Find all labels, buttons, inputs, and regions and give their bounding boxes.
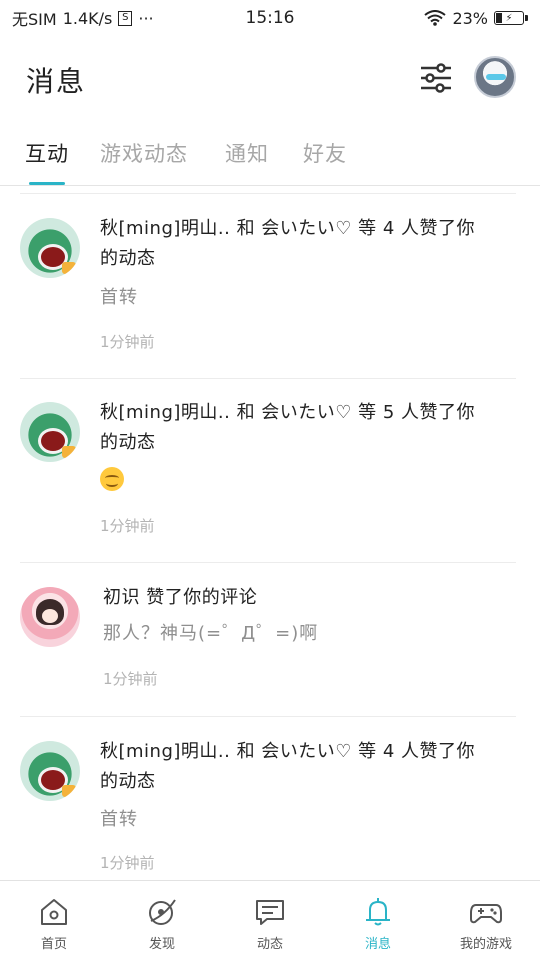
wifi-icon bbox=[424, 10, 447, 26]
message-feed[interactable]: 秋[ming]明山.. 和 会いたい♡ 等 4 人赞了你 的动态 首转 1分钟前… bbox=[0, 187, 540, 879]
more-icon: ··· bbox=[138, 8, 154, 28]
nav-my-games[interactable]: 我的游戏 bbox=[432, 881, 540, 960]
nav-home[interactable]: 首页 bbox=[0, 881, 108, 960]
page-title: 消息 bbox=[26, 65, 87, 98]
nav-label: 我的游戏 bbox=[459, 937, 512, 952]
battery-icon: ⚡ bbox=[494, 11, 528, 25]
divider bbox=[20, 378, 516, 379]
user-avatar[interactable] bbox=[474, 56, 516, 98]
item-text: 秋[ming]明山.. 和 会いたい♡ 等 5 人赞了你 的动态 bbox=[100, 398, 510, 458]
tab-interaction[interactable]: 互动 bbox=[25, 138, 69, 168]
nav-label: 首页 bbox=[40, 937, 67, 952]
frog-avatar[interactable] bbox=[20, 741, 80, 801]
divider bbox=[20, 716, 516, 717]
tab-game-news[interactable]: 游戏动态 bbox=[100, 138, 188, 168]
tab-notifications[interactable]: 通知 bbox=[225, 138, 269, 168]
item-quote bbox=[100, 467, 124, 496]
home-icon bbox=[41, 899, 67, 925]
item-text-line1: 秋[ming]明山.. 和 会いたい♡ 等 4 人赞了你 bbox=[100, 218, 476, 239]
frog-avatar[interactable] bbox=[20, 218, 80, 278]
frog-avatar[interactable] bbox=[20, 402, 80, 462]
nav-discover[interactable]: 发现 bbox=[108, 881, 216, 960]
item-text: 秋[ming]明山.. 和 会いたい♡ 等 4 人赞了你 的动态 bbox=[100, 214, 510, 274]
item-text-line2: 的动态 bbox=[100, 771, 156, 792]
tab-friends[interactable]: 好友 bbox=[303, 138, 347, 168]
item-text: 初识 赞了你的评论 bbox=[103, 583, 513, 613]
filter-button[interactable] bbox=[416, 58, 456, 98]
smile-emoji-icon bbox=[100, 467, 124, 491]
nav-feed[interactable]: 动态 bbox=[216, 881, 324, 960]
message-tabs: 互动 游戏动态 通知 好友 bbox=[0, 120, 540, 186]
discover-icon bbox=[149, 899, 176, 925]
gamepad-icon bbox=[470, 904, 502, 924]
nav-label: 动态 bbox=[256, 937, 283, 952]
battery-percent: 23% bbox=[452, 8, 488, 28]
nav-label: 发现 bbox=[148, 937, 175, 952]
item-text: 秋[ming]明山.. 和 会いたい♡ 等 4 人赞了你 的动态 bbox=[100, 737, 510, 797]
item-text-line2: 的动态 bbox=[100, 432, 156, 453]
item-quote: 那人？神马(=゜Д゜=)啊 bbox=[103, 623, 319, 644]
avatar-eyes bbox=[486, 74, 506, 80]
item-text-line1: 秋[ming]明山.. 和 会いたい♡ 等 4 人赞了你 bbox=[100, 741, 476, 762]
item-text-line2: 的动态 bbox=[100, 248, 156, 269]
divider bbox=[20, 562, 516, 563]
item-quote: 首转 bbox=[100, 809, 138, 830]
item-time: 1分钟前 bbox=[103, 670, 158, 688]
network-speed: 1.4K/s bbox=[62, 8, 113, 28]
nav-messages[interactable]: 消息 bbox=[324, 881, 432, 960]
status-bar: 无SIM 1.4K/s S ··· 15:16 23% ⚡ bbox=[0, 0, 540, 36]
divider bbox=[20, 193, 516, 194]
nav-label: 消息 bbox=[364, 937, 391, 952]
item-time: 1分钟前 bbox=[100, 854, 155, 872]
sim-icon: S bbox=[118, 10, 133, 26]
status-left: 无SIM 1.4K/s S ··· bbox=[12, 6, 154, 30]
bell-icon bbox=[366, 898, 390, 926]
bottom-nav: 首页 发现 动态 消息 我的游戏 bbox=[0, 880, 540, 960]
item-time: 1分钟前 bbox=[100, 517, 155, 535]
carrier-label: 无SIM bbox=[12, 10, 57, 29]
item-quote: 首转 bbox=[100, 287, 138, 308]
item-time: 1分钟前 bbox=[100, 333, 155, 351]
status-right: 23% ⚡ bbox=[424, 9, 528, 28]
active-tab-indicator bbox=[29, 182, 65, 185]
sliders-icon bbox=[421, 63, 451, 93]
item-text-line1: 秋[ming]明山.. 和 会いたい♡ 等 5 人赞了你 bbox=[100, 402, 476, 423]
girl-avatar[interactable] bbox=[20, 587, 80, 647]
app-header: 消息 bbox=[0, 36, 540, 120]
item-text-line1: 初识 赞了你的评论 bbox=[103, 587, 258, 608]
feed-icon bbox=[256, 900, 284, 925]
